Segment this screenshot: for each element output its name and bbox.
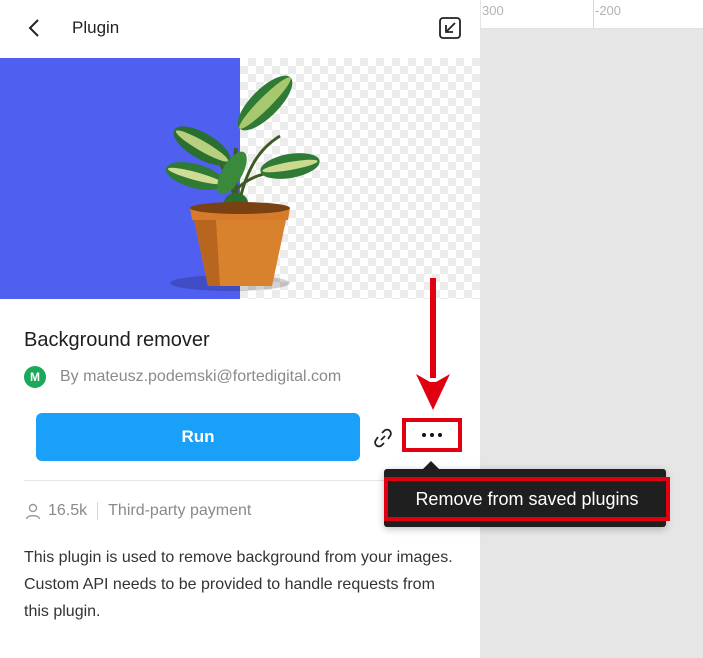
- ruler-tick: [593, 0, 594, 28]
- plugin-cover-image: [0, 58, 480, 299]
- more-icon: [410, 424, 454, 446]
- stat-separator: [97, 502, 99, 520]
- horizontal-ruler: 300 -200: [480, 0, 703, 29]
- plugin-author: M By mateusz.podemski@fortedigital.com: [24, 366, 341, 388]
- remove-from-saved-plugins-item[interactable]: Remove from saved plugins: [384, 477, 670, 521]
- copy-link-button[interactable]: [371, 426, 395, 450]
- user-count: 16.5k: [48, 502, 88, 519]
- red-arrow-annotation: [416, 278, 450, 410]
- more-options-button[interactable]: [402, 418, 462, 452]
- canvas-area[interactable]: 300 -200: [480, 0, 703, 658]
- author-text: By mateusz.podemski@fortedigital.com: [60, 368, 342, 385]
- plugin-panel: Plugin Background remover M By mateusz.p…: [0, 0, 481, 658]
- back-button[interactable]: [22, 15, 48, 41]
- chevron-left-icon: [28, 19, 39, 37]
- payment-type: Third-party payment: [108, 502, 252, 519]
- page-title: Plugin: [72, 18, 120, 37]
- menu-pointer: [423, 461, 439, 469]
- link-icon: [374, 428, 392, 448]
- collapse-button[interactable]: [437, 15, 463, 41]
- run-button[interactable]: Run: [36, 413, 360, 461]
- avatar: M: [24, 366, 46, 388]
- ruler-label-300: 300: [482, 3, 504, 18]
- ruler-label-minus-200: -200: [595, 3, 622, 18]
- panel-header: Plugin: [0, 0, 480, 58]
- potted-plant-illustration: [165, 75, 320, 291]
- user-icon: [25, 503, 41, 520]
- plugin-description: This plugin is used to remove background…: [24, 549, 453, 620]
- plugin-stats: 16.5k Third-party payment: [24, 500, 251, 522]
- collapse-icon: [439, 17, 461, 39]
- plugin-name: Background remover: [24, 329, 210, 351]
